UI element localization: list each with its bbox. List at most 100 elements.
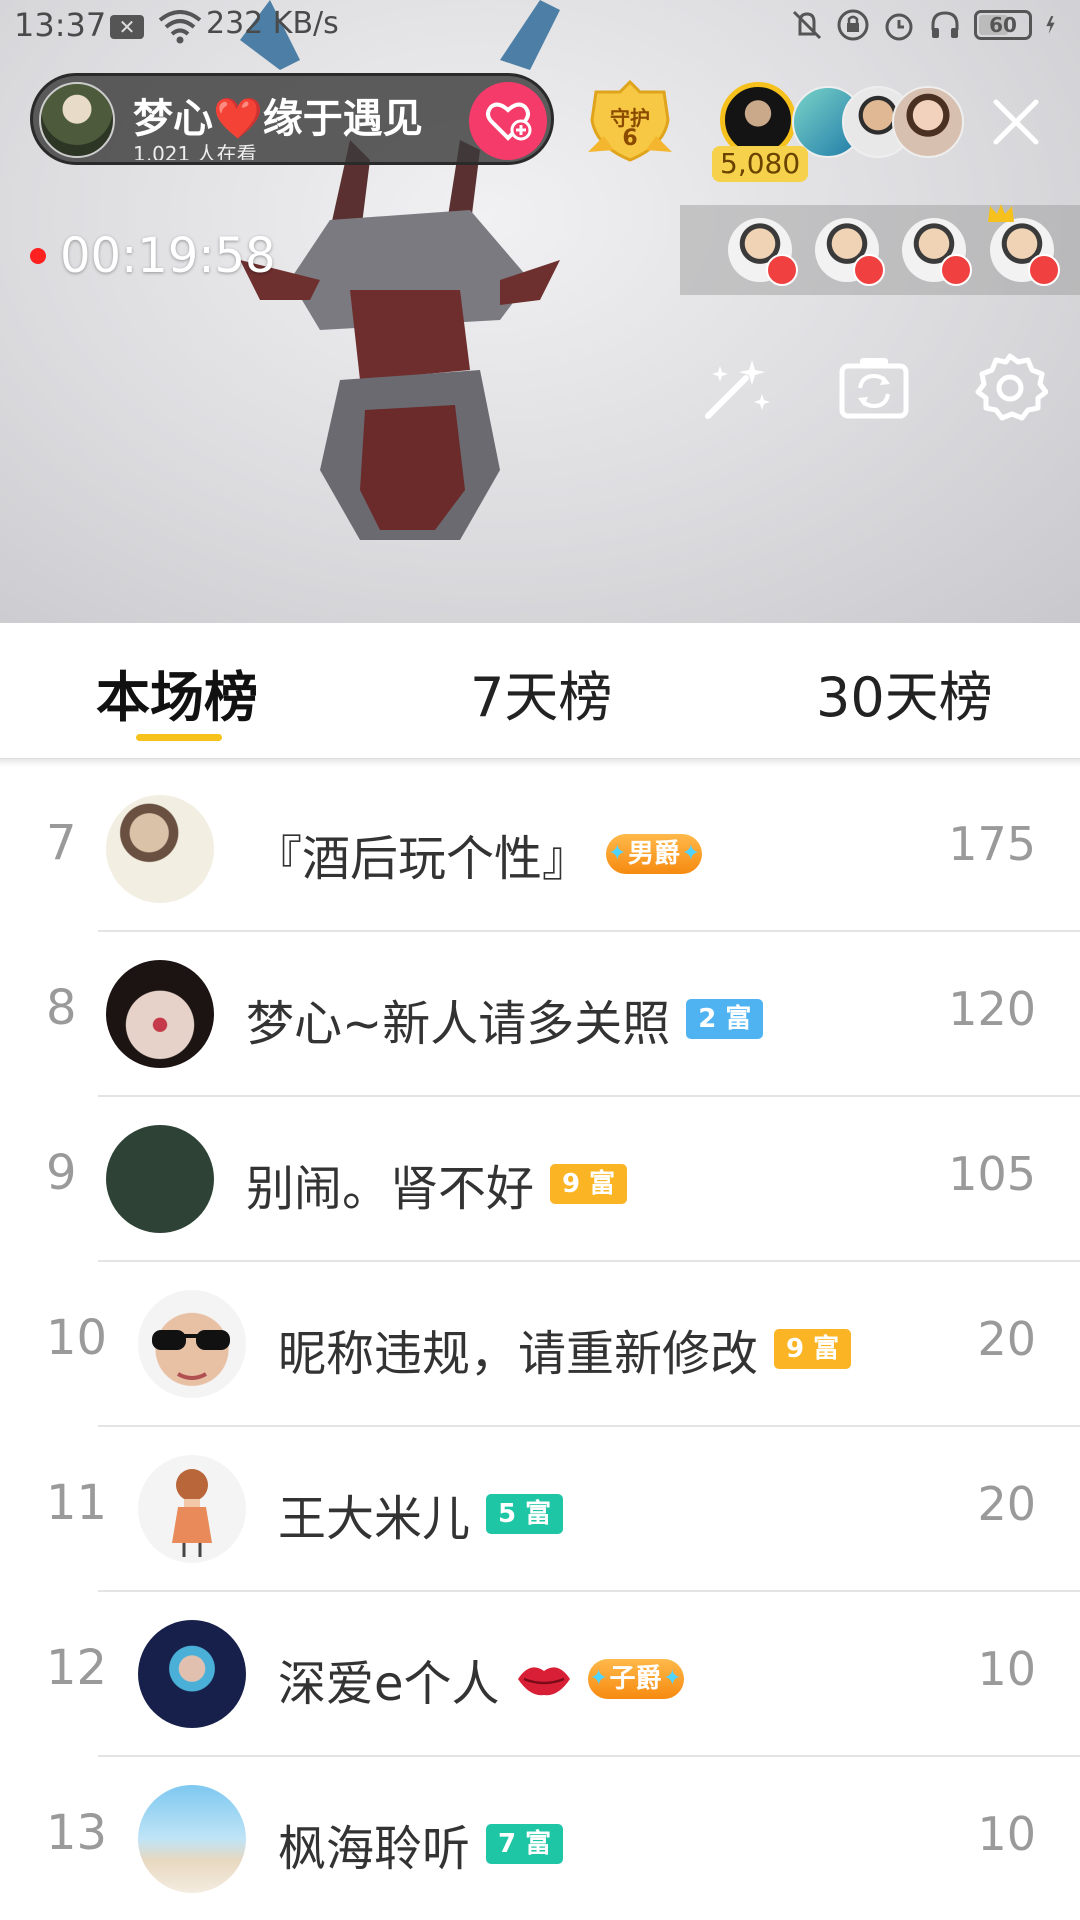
mute-icon: [792, 10, 822, 40]
user-nickname: 王大米儿: [278, 1491, 471, 1547]
user-avatar[interactable]: [138, 1290, 246, 1398]
noble-badge: 男爵: [606, 834, 703, 874]
coin-count: 5,080: [712, 146, 809, 182]
seat-avatar[interactable]: [815, 218, 885, 286]
sofa-icon: [940, 254, 972, 286]
mic-seats: [680, 204, 1080, 295]
status-time: 13:37: [14, 6, 107, 44]
viewer-count: 1,021 人在看: [133, 142, 257, 160]
user-avatar[interactable]: [138, 1785, 246, 1893]
battery-icon: 60: [974, 10, 1032, 40]
rank-number: 10: [46, 1310, 108, 1366]
camera-switch-icon[interactable]: [836, 352, 912, 422]
anchor-name: 梦心❤️缘于遇见: [133, 96, 423, 142]
heart-plus-icon: [486, 102, 532, 141]
ranking-list: 7 『酒后玩个性』 男爵 175 8 梦心~新人请多关照 2 富 120 9 别…: [0, 767, 1080, 1920]
lips-icon: [517, 1667, 570, 1696]
status-icons: 60: [790, 8, 1064, 42]
lock-icon: [837, 9, 869, 41]
guard-count: 6: [622, 126, 638, 151]
nickname-line: 梦心~新人请多关照 2 富: [246, 984, 764, 1054]
user-avatar[interactable]: [138, 1620, 246, 1728]
close-icon[interactable]: [990, 96, 1042, 148]
follow-button[interactable]: [469, 82, 547, 160]
rank-number: 9: [46, 1145, 77, 1201]
user-nickname: 梦心~新人请多关照: [246, 996, 671, 1052]
charging-icon: [1046, 16, 1055, 34]
seat-avatar[interactable]: [902, 218, 972, 286]
user-nickname: 『酒后玩个性』: [254, 831, 591, 887]
nickname-line: 枫海聆听 7 富: [278, 1809, 564, 1879]
contribution-score: 20: [977, 1312, 1036, 1366]
active-tab-indicator: [136, 734, 222, 741]
contribution-score: 10: [977, 1807, 1036, 1861]
alarm-icon: [885, 13, 913, 41]
wifi-icon: [158, 10, 202, 44]
network-speed: 232 KB/s: [206, 6, 339, 41]
rich-level-badge: 5 富: [486, 1494, 564, 1534]
rich-level-badge: 7 富: [486, 1824, 564, 1864]
ranking-tabs: 本场榜 7天榜 30天榜: [0, 623, 1080, 759]
headphones-icon: [931, 11, 959, 38]
seat-avatar[interactable]: [728, 218, 798, 286]
contribution-score: 10: [977, 1642, 1036, 1696]
sofa-icon: [1028, 254, 1060, 286]
guard-badge[interactable]: 守护 6: [584, 79, 676, 166]
notification-icon: ✕: [110, 15, 144, 39]
user-nickname: 枫海聆听: [278, 1821, 471, 1877]
rank-number: 11: [46, 1475, 108, 1531]
list-item[interactable]: 12 深爱e个人 子爵 10: [0, 1592, 1080, 1757]
settings-icon[interactable]: [972, 352, 1048, 422]
anchor-avatar[interactable]: [39, 82, 115, 158]
list-item[interactable]: 10 昵称违规，请重新修改 9 富 20: [0, 1262, 1080, 1427]
elapsed-time: 00:19:58: [60, 228, 276, 284]
nickname-line: 『酒后玩个性』 男爵: [254, 819, 703, 889]
rich-level-badge: 9 富: [774, 1329, 852, 1369]
seat-avatar[interactable]: [988, 204, 1060, 286]
user-nickname: 昵称违规，请重新修改: [278, 1326, 759, 1382]
sunglasses-face-image: [152, 1330, 230, 1380]
user-nickname: 深爱e个人: [278, 1656, 500, 1712]
rank-number: 8: [46, 980, 77, 1036]
magic-wand-icon[interactable]: [700, 352, 776, 422]
user-nickname: 别闹。肾不好: [246, 1161, 535, 1217]
list-item[interactable]: 11 王大米儿 5 富 20: [0, 1427, 1080, 1592]
rank-number: 12: [46, 1640, 108, 1696]
contribution-score: 20: [977, 1477, 1036, 1531]
nickname-line: 别闹。肾不好 9 富: [246, 1149, 628, 1219]
list-item[interactable]: 13 枫海聆听 7 富 10: [0, 1757, 1080, 1920]
battery-level: 60: [989, 13, 1017, 37]
user-avatar[interactable]: [138, 1455, 246, 1563]
status-bar: 13:37 ✕ 232 KB/s 60: [0, 0, 1080, 52]
list-divider: [0, 759, 1080, 767]
rank-number: 13: [46, 1805, 108, 1861]
user-avatar[interactable]: [106, 795, 214, 903]
sofa-icon: [766, 254, 798, 286]
contribution-score: 175: [948, 817, 1036, 871]
user-avatar[interactable]: [106, 1125, 214, 1233]
recording-dot: [30, 248, 46, 264]
list-item[interactable]: 8 梦心~新人请多关照 2 富 120: [0, 932, 1080, 1097]
crown-icon: [988, 204, 1014, 222]
rich-level-badge: 2 富: [686, 999, 764, 1039]
rich-level-badge: 9 富: [550, 1164, 628, 1204]
noble-badge: 子爵: [587, 1659, 684, 1699]
list-item[interactable]: 9 别闹。肾不好 9 富 105: [0, 1097, 1080, 1262]
tab-30-days[interactable]: 30天榜: [816, 653, 993, 732]
viewer-avatar[interactable]: [892, 86, 964, 158]
contribution-score: 105: [948, 1147, 1036, 1201]
nickname-line: 深爱e个人 子爵: [278, 1644, 684, 1714]
contribution-score: 120: [948, 982, 1036, 1036]
anchor-info-pill[interactable]: 梦心❤️缘于遇见 1,021 人在看: [30, 73, 554, 165]
nickname-line: 王大米儿 5 富: [278, 1479, 564, 1549]
nickname-line: 昵称违规，请重新修改 9 富: [278, 1314, 852, 1384]
list-item[interactable]: 7 『酒后玩个性』 男爵 175: [0, 767, 1080, 932]
recording-timer: 00:19:58: [30, 228, 276, 284]
rank-number: 7: [46, 815, 77, 871]
cartoon-girl-image: [172, 1469, 212, 1557]
tab-current-session[interactable]: 本场榜: [96, 653, 258, 732]
user-avatar[interactable]: [106, 960, 214, 1068]
live-video-area: 13:37 ✕ 232 KB/s 60 梦心❤️缘于遇见 1,021 人在看 守…: [0, 0, 1080, 623]
tab-7-days[interactable]: 7天榜: [470, 653, 612, 732]
sofa-icon: [853, 254, 885, 286]
